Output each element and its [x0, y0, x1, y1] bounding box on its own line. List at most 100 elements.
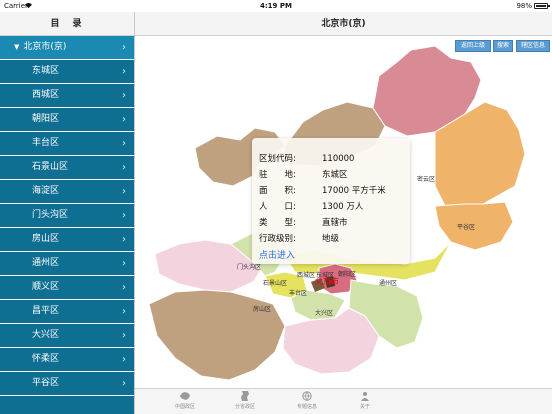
- sidebar-item-district[interactable]: 石景山区 ›: [0, 156, 134, 180]
- chevron-right-icon: ›: [122, 306, 126, 317]
- sidebar-item-district[interactable]: 房山区 ›: [0, 228, 134, 252]
- globe-icon: [302, 391, 312, 401]
- sidebar-item-district[interactable]: 丰台区 ›: [0, 132, 134, 156]
- sidebar-item-district[interactable]: 东城区 ›: [0, 60, 134, 84]
- tab-china-map[interactable]: 中国政区: [165, 391, 205, 410]
- info-key: 面 积:: [259, 186, 296, 196]
- map-label-fengtai: 丰台区: [289, 290, 308, 297]
- expanded-triangle-icon: ▼: [14, 43, 20, 51]
- sidebar-item-label: 北京市(京): [23, 42, 67, 52]
- sidebar-item-district[interactable]: 大兴区 ›: [0, 324, 134, 348]
- info-key: 区划代码:: [259, 154, 296, 164]
- enter-link[interactable]: 点击进入: [259, 248, 295, 261]
- tab-bar: 中国政区 分省政区 专题信息 关于: [135, 388, 552, 414]
- info-key: 人 口:: [259, 202, 296, 212]
- sidebar-item-district[interactable]: 顺义区 ›: [0, 276, 134, 300]
- info-row-population: 人 口: 1300 万人: [259, 200, 405, 215]
- info-value: 地级: [322, 234, 340, 244]
- info-key: 类 型:: [259, 218, 296, 228]
- sidebar-item-label: 东城区: [32, 66, 60, 76]
- battery-indicator: 98%: [516, 2, 550, 10]
- sidebar-title: 目 录: [0, 12, 134, 36]
- sidebar-item-district[interactable]: 平谷区 ›: [0, 372, 134, 396]
- chevron-right-icon: ›: [122, 114, 126, 125]
- chevron-right-icon: ›: [122, 66, 126, 77]
- sidebar-item-label: 丰台区: [32, 138, 60, 148]
- chevron-right-icon: ›: [122, 330, 126, 341]
- sidebar-item-label: 石景山区: [32, 162, 69, 172]
- sidebar-item-district[interactable]: 海淀区 ›: [0, 180, 134, 204]
- sidebar-item-label: 怀柔区: [32, 354, 60, 364]
- info-value: 东城区: [322, 170, 348, 180]
- district-info-button[interactable]: 辖区信息: [516, 40, 550, 52]
- sidebar-item-district[interactable]: 昌平区 ›: [0, 300, 134, 324]
- sidebar-item-label: 平谷区: [32, 378, 60, 388]
- sidebar-item-label: 昌平区: [32, 306, 60, 316]
- clock: 4:19 PM: [260, 2, 292, 10]
- sidebar: 目 录 ▼ 北京市(京) › 东城区 › 西城区 › 朝阳区 › 丰台区 › 石景山区 › 海淀区 › 门…: [0, 12, 135, 414]
- search-button[interactable]: 搜索: [493, 40, 513, 52]
- info-key: 驻 地:: [259, 170, 296, 180]
- sidebar-item-district[interactable]: 西城区 ›: [0, 84, 134, 108]
- about-icon: [361, 392, 369, 401]
- chevron-right-icon: ›: [122, 90, 126, 101]
- info-value: 110000: [322, 154, 355, 164]
- sidebar-item-label: 门头沟区: [32, 210, 69, 220]
- map-label-shijingshan: 石景山区: [263, 280, 288, 287]
- info-row-level: 行政级别: 地级: [259, 232, 405, 247]
- capital-label: 北京市: [315, 277, 339, 286]
- chevron-right-icon: ›: [122, 282, 126, 293]
- status-bar: Carrier 4:19 PM 98%: [0, 0, 552, 12]
- sidebar-item-label: 朝阳区: [32, 114, 60, 124]
- sidebar-item-district[interactable]: 怀柔区 ›: [0, 348, 134, 372]
- info-row-seat: 驻 地: 东城区: [259, 168, 405, 183]
- map-label-miyun: 密云区: [417, 176, 436, 183]
- info-row-type: 类 型: 直辖市: [259, 216, 405, 231]
- tab-label: 专题信息: [296, 404, 317, 410]
- tab-province[interactable]: 分省政区: [225, 391, 265, 410]
- info-key: 行政级别:: [259, 234, 296, 244]
- chevron-right-icon: ›: [122, 162, 126, 173]
- province-icon: [241, 391, 249, 401]
- tab-topics[interactable]: 专题信息: [287, 391, 327, 410]
- page-title: 北京市(京): [135, 12, 552, 36]
- info-value: 1300 万人: [322, 202, 364, 212]
- map-label-chaoyang: 朝阳区: [338, 271, 357, 278]
- info-row-area: 面 积: 17000 平方千米: [259, 184, 405, 199]
- info-popup: 区划代码: 110000 驻 地: 东城区 面 积: 17000 平方千米 人 …: [252, 138, 410, 264]
- chevron-right-icon: ›: [122, 210, 126, 221]
- sidebar-item-label: 顺义区: [32, 282, 60, 292]
- battery-percent: 98%: [516, 2, 532, 10]
- chevron-right-icon: ›: [122, 258, 126, 269]
- info-value: 17000 平方千米: [322, 186, 386, 196]
- map-label-tongzhou: 通州区: [379, 280, 398, 287]
- chevron-right-icon: ›: [122, 234, 126, 245]
- info-row-code: 区划代码: 110000: [259, 152, 405, 167]
- sidebar-item-label: 西城区: [32, 90, 60, 100]
- chevron-right-icon: ›: [122, 186, 126, 197]
- map-label-xicheng: 西城区: [297, 272, 316, 279]
- sidebar-item-label: 房山区: [32, 234, 60, 244]
- map-label-fangshan: 房山区: [253, 306, 272, 313]
- chevron-right-icon: ›: [122, 42, 126, 53]
- tab-label: 关于: [359, 404, 370, 410]
- sidebar-item-label: 大兴区: [32, 330, 60, 340]
- chevron-right-icon: ›: [122, 378, 126, 389]
- sidebar-item-district[interactable]: 朝阳区 ›: [0, 108, 134, 132]
- china-map-icon: [180, 392, 190, 400]
- info-value: 直辖市: [322, 218, 348, 228]
- sidebar-item-label: 海淀区: [32, 186, 60, 196]
- sidebar-item-district[interactable]: 通州区 ›: [0, 252, 134, 276]
- map-view[interactable]: 返回上级 搜索 辖区信息 密云区 平谷区 门头沟区 石景山区 西城区 东城区 朝…: [135, 36, 552, 388]
- battery-icon: [534, 3, 550, 9]
- sidebar-item-district[interactable]: 门头沟区 ›: [0, 204, 134, 228]
- map-label-pinggu: 平谷区: [457, 224, 476, 231]
- chevron-right-icon: ›: [122, 138, 126, 149]
- map-region-daxing: [282, 307, 380, 375]
- chevron-right-icon: ›: [122, 354, 126, 365]
- sidebar-item-label: 通州区: [32, 258, 60, 268]
- sidebar-item-province[interactable]: ▼ 北京市(京) ›: [0, 36, 134, 60]
- map-label-daxing: 大兴区: [315, 310, 334, 317]
- back-button[interactable]: 返回上级: [455, 40, 491, 52]
- tab-about[interactable]: 关于: [345, 391, 385, 410]
